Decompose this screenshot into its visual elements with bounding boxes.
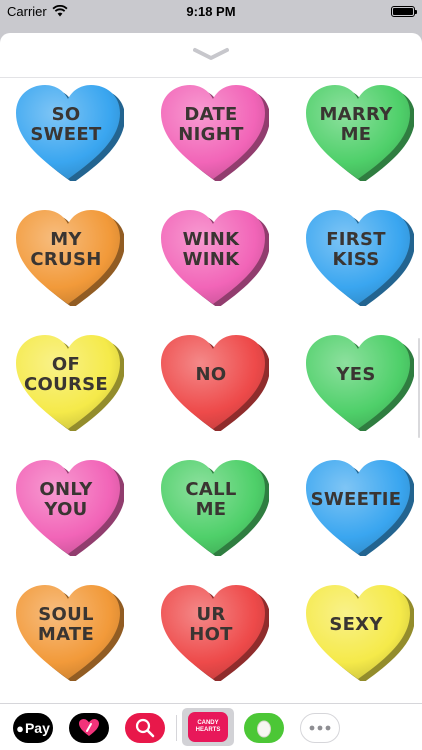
sticker-line-1: MARRY [319, 104, 393, 125]
sticker-line-1: OF [51, 354, 81, 375]
sticker-line-1: DATE [184, 104, 238, 125]
status-bar: Carrier 9:18 PM [0, 0, 422, 22]
sticker-heart[interactable]: MY CRUSH [12, 206, 124, 306]
sticker-heart[interactable]: SO SWEET [12, 81, 124, 181]
sticker-sheet: SO SWEET DATE NIGHT MARRY ME MY CRUSH WINK WINK FI… [0, 33, 422, 703]
sticker-text: OF COURSE [20, 349, 112, 401]
sticker-line-2: NIGHT [178, 124, 244, 145]
sheet-header [0, 33, 422, 78]
image-search-button[interactable] [125, 713, 165, 743]
sticker-line-1: SOUL [38, 604, 94, 625]
apple-pay-label: Pay [24, 720, 50, 736]
sticker-text: DATE NIGHT [165, 99, 257, 151]
sticker-heart[interactable]: OF COURSE [12, 331, 124, 431]
drawer-separator [176, 715, 177, 741]
egg-app-button[interactable] [244, 713, 284, 743]
sticker-heart[interactable]: DATE NIGHT [157, 81, 269, 181]
sticker-line-1: WINK [182, 229, 240, 250]
sticker-line-1: SWEETIE [310, 489, 402, 510]
candy-hearts-button[interactable]: CANDY HEARTS [182, 708, 234, 746]
sticker-line-1: YES [336, 364, 376, 385]
status-time: 9:18 PM [186, 4, 236, 19]
sticker-line-2: YOU [44, 499, 88, 520]
battery-icon [391, 5, 417, 17]
image-search-icon [135, 718, 155, 738]
sticker-heart[interactable]: NO [157, 331, 269, 431]
more-apps-button[interactable] [300, 713, 340, 743]
sticker-line-2: SWEET [30, 124, 102, 145]
sticker-line-1: NO [195, 364, 227, 385]
digital-touch-button[interactable] [69, 713, 109, 743]
sticker-line-2: ME [195, 499, 227, 520]
sticker-text: NO [165, 349, 257, 401]
sticker-heart[interactable]: SWEETIE [302, 456, 414, 556]
sticker-heart[interactable]: FIRST KISS [302, 206, 414, 306]
scroll-indicator[interactable] [418, 338, 420, 438]
candy-hearts-label-1: CANDY [197, 720, 219, 726]
chevron-down-icon[interactable] [193, 47, 229, 61]
sticker-text: YES [310, 349, 402, 401]
sticker-line-2: KISS [332, 249, 380, 270]
apple-pay-button[interactable]: ● Pay [13, 713, 53, 743]
sticker-text: ONLY YOU [20, 474, 112, 526]
sticker-heart[interactable]: SEXY [302, 581, 414, 681]
sticker-text: SO SWEET [20, 99, 112, 151]
sticker-text: WINK WINK [165, 224, 257, 276]
sticker-line-1: SO [51, 104, 81, 125]
sticker-line-2: MATE [37, 624, 95, 645]
sticker-heart[interactable]: ONLY YOU [12, 456, 124, 556]
sticker-text: SWEETIE [310, 474, 402, 526]
sticker-text: SEXY [310, 599, 402, 651]
app-drawer: ● Pay CANDY HEARTS [0, 703, 422, 750]
digital-touch-icon [79, 719, 99, 736]
sticker-text: CALL ME [165, 474, 257, 526]
sticker-text: FIRST KISS [310, 224, 402, 276]
sticker-text: MY CRUSH [20, 224, 112, 276]
egg-icon [257, 720, 271, 738]
sticker-heart[interactable]: YES [302, 331, 414, 431]
sticker-heart[interactable]: MARRY ME [302, 81, 414, 181]
candy-hearts-icon: CANDY HEARTS [188, 712, 228, 742]
more-icon [309, 725, 331, 731]
sticker-line-2: WINK [182, 249, 240, 270]
sticker-line-2: ME [340, 124, 372, 145]
sticker-line-2: HOT [189, 624, 233, 645]
sticker-heart[interactable]: CALL ME [157, 456, 269, 556]
sticker-line-1: MY [50, 229, 82, 250]
sticker-line-1: CALL [185, 479, 237, 500]
apple-logo-icon: ● [16, 720, 24, 736]
sticker-text: SOUL MATE [20, 599, 112, 651]
sticker-line-1: FIRST [326, 229, 386, 250]
sticker-line-2: CRUSH [30, 249, 102, 270]
sticker-text: UR HOT [165, 599, 257, 651]
sticker-heart[interactable]: WINK WINK [157, 206, 269, 306]
candy-hearts-label-2: HEARTS [195, 727, 221, 733]
sticker-line-1: UR [196, 604, 226, 625]
sticker-text: MARRY ME [310, 99, 402, 151]
sticker-line-1: SEXY [329, 614, 383, 635]
sticker-line-2: COURSE [23, 374, 109, 395]
sticker-heart[interactable]: UR HOT [157, 581, 269, 681]
sticker-heart[interactable]: SOUL MATE [12, 581, 124, 681]
sticker-line-1: ONLY [39, 479, 93, 500]
